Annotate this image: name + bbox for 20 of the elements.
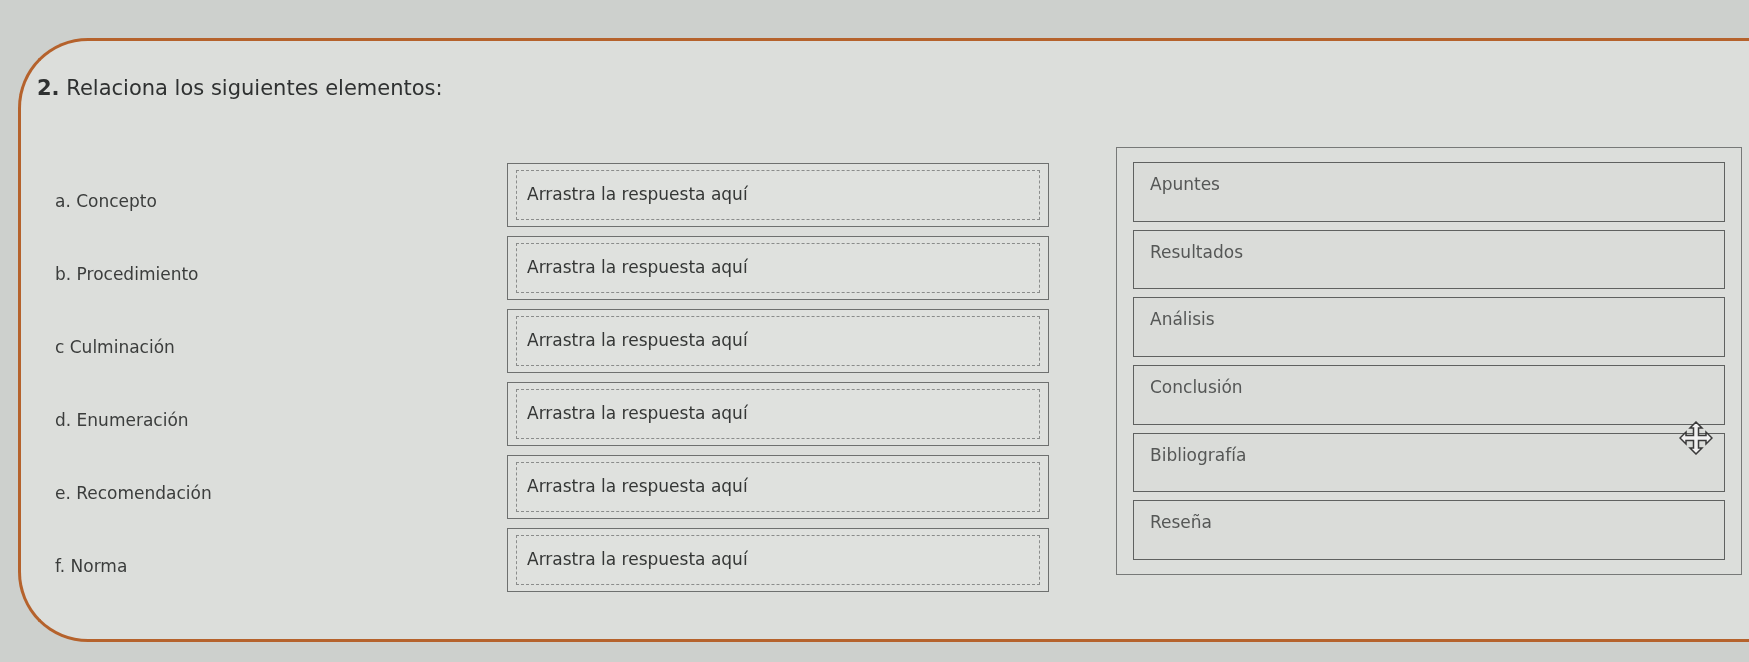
answer-tile[interactable]: Conclusión <box>1133 365 1725 425</box>
drop-zone[interactable]: Arrastra la respuesta aquí <box>507 382 1049 446</box>
item-label: c Culminación <box>54 336 176 360</box>
drop-zone[interactable]: Arrastra la respuesta aquí <box>507 455 1049 519</box>
answer-tile[interactable]: Resultados <box>1133 229 1725 290</box>
item-label: a. Concepto <box>54 190 158 214</box>
answer-tile[interactable]: Reseña <box>1133 500 1725 561</box>
drop-zone[interactable]: Arrastra la respuesta aquí <box>507 528 1049 592</box>
item-label: f. Norma <box>54 555 129 579</box>
answer-tile[interactable]: Bibliografía <box>1133 432 1725 493</box>
item-label: d. Enumeración <box>54 409 190 433</box>
answer-tile[interactable]: Análisis <box>1133 297 1725 357</box>
item-label: e. Recomendación <box>54 482 213 506</box>
move-cursor-icon <box>1679 421 1713 455</box>
answer-tile[interactable]: Apuntes <box>1133 162 1725 222</box>
question-title: 2. Relaciona los siguientes elementos: <box>37 75 444 102</box>
item-label: b. Procedimiento <box>54 263 200 287</box>
drop-zone[interactable]: Arrastra la respuesta aquí <box>507 236 1049 300</box>
drop-zone[interactable]: Arrastra la respuesta aquí <box>507 163 1049 227</box>
drop-zone[interactable]: Arrastra la respuesta aquí <box>507 309 1049 373</box>
